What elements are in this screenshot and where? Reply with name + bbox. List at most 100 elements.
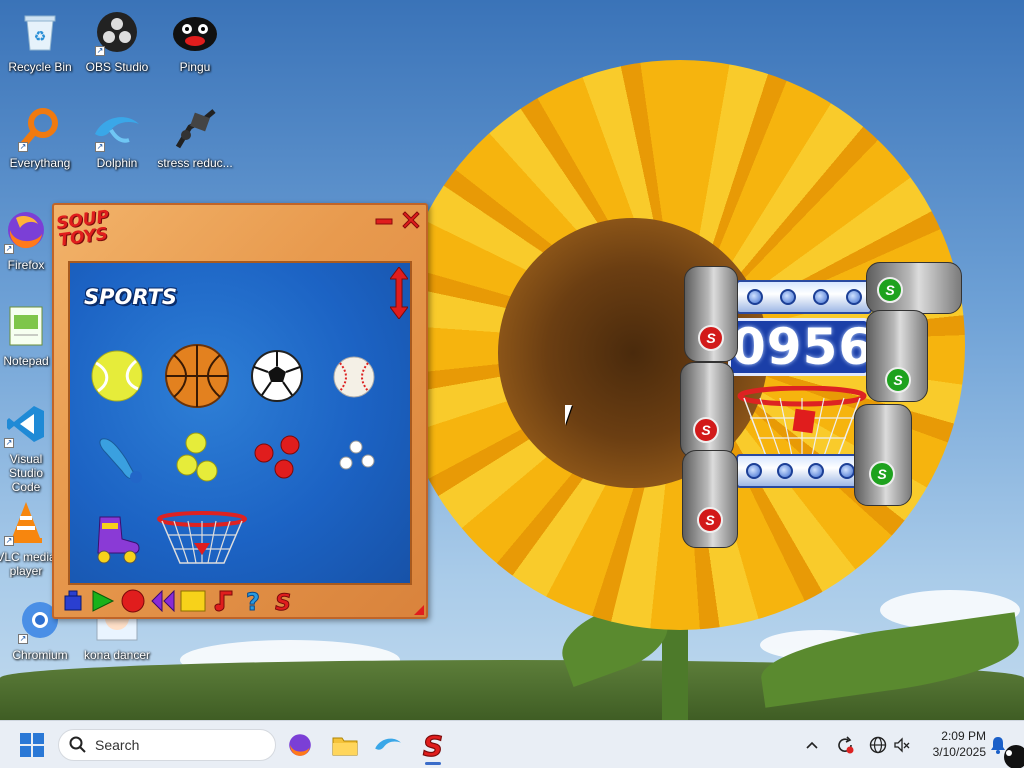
- vlc-icon: ↗: [2, 498, 50, 546]
- pingu-tray-icon[interactable]: [1004, 745, 1024, 768]
- taskbar: Search S 2:09 PM 3/10/2025: [0, 720, 1024, 768]
- volume-muted-icon[interactable]: [890, 733, 914, 757]
- desktop-icon-notepad[interactable]: Notepad: [0, 302, 56, 368]
- desktop-icon-obs-studio[interactable]: ↗ OBS Studio: [77, 8, 157, 74]
- minimize-button[interactable]: [374, 209, 394, 229]
- help-icon[interactable]: ?: [240, 589, 266, 613]
- light-dot: [838, 463, 855, 479]
- yellow-balls-toy[interactable]: [174, 431, 224, 492]
- dolphin-icon: ↗: [93, 104, 141, 152]
- top-rail: [736, 280, 872, 314]
- music-button[interactable]: [210, 589, 236, 613]
- stress-reducer-icon: [171, 104, 219, 152]
- network-globe-icon[interactable]: [866, 733, 890, 757]
- desktop-icon-recycle-bin[interactable]: ♻ Recycle Bin: [0, 8, 80, 74]
- desktop-icon-everythang[interactable]: ↗ Everythang: [0, 104, 80, 170]
- desktop-icon-label: stress reduc...: [157, 156, 233, 170]
- shortcut-arrow-icon: ↗: [4, 244, 14, 254]
- desktop-icon-vlc[interactable]: ↗ VLC media player: [0, 498, 56, 578]
- desktop-icon-stress-reducer[interactable]: stress reduc...: [155, 104, 235, 170]
- search-placeholder: Search: [95, 737, 140, 753]
- desktop-icon-label: Dolphin: [96, 156, 138, 170]
- shuttlecock-toy[interactable]: [96, 431, 148, 490]
- mouse-cursor-icon: [565, 405, 579, 425]
- notepad-icon: [2, 302, 50, 350]
- soup-s-icon[interactable]: S: [270, 589, 296, 614]
- shortcut-arrow-icon: ↗: [95, 46, 105, 56]
- green-s-badge-icon: S: [869, 461, 895, 487]
- pingu-eye-icon: [1006, 750, 1012, 756]
- bottom-rail: [736, 454, 864, 488]
- shortcut-arrow-icon: ↗: [4, 438, 14, 448]
- light-dot: [807, 463, 824, 479]
- soup-toolbar: ? S: [60, 589, 296, 613]
- blue-toy-button[interactable]: [60, 589, 86, 613]
- green-s-badge-icon: S: [877, 277, 903, 303]
- rewind-button[interactable]: [150, 589, 176, 613]
- square-button[interactable]: [180, 589, 206, 613]
- taskbar-firefox-icon[interactable]: [284, 729, 316, 761]
- play-button[interactable]: [90, 589, 116, 613]
- light-dot: [745, 463, 762, 479]
- roller-skate-toy[interactable]: [92, 513, 142, 570]
- desktop-icon-label: Everythang: [9, 156, 71, 170]
- scroll-arrow-icon[interactable]: [389, 266, 409, 320]
- soup-toys-logo: SOUP TOYS: [55, 206, 111, 251]
- stop-button[interactable]: [120, 589, 146, 613]
- scoreboard-toy[interactable]: 0956 S S S S S S: [680, 262, 965, 552]
- desktop-icon-label: kona dancer: [83, 648, 151, 662]
- white-balls-toy[interactable]: [336, 439, 380, 480]
- shortcut-arrow-icon: ↗: [95, 142, 105, 152]
- light-dot: [776, 463, 793, 479]
- red-balls-toy[interactable]: [250, 435, 306, 488]
- cannon[interactable]: S: [684, 266, 738, 362]
- cannon[interactable]: S: [680, 362, 734, 458]
- cannon[interactable]: S: [682, 450, 738, 548]
- shortcut-arrow-icon: ↗: [4, 536, 14, 546]
- shortcut-arrow-icon: ↗: [18, 634, 28, 644]
- pingu-icon: [171, 8, 219, 56]
- basketball-hoop-toy[interactable]: [156, 511, 248, 574]
- clock-time: 2:09 PM: [941, 729, 986, 743]
- search-icon: [69, 736, 87, 754]
- baseball-toy[interactable]: [332, 355, 376, 404]
- basketball-toy[interactable]: [164, 343, 230, 414]
- taskbar-clock[interactable]: 2:09 PM 3/10/2025: [916, 728, 986, 760]
- clock-date: 3/10/2025: [932, 745, 986, 759]
- taskbar-soup-toys-icon[interactable]: S: [417, 729, 449, 761]
- svg-text:?: ?: [246, 589, 260, 613]
- tennis-ball-toy[interactable]: [90, 349, 144, 408]
- light-dot: [845, 289, 862, 305]
- desktop-icon-vscode[interactable]: ↗ Visual Studio Code: [0, 400, 56, 494]
- svg-text:S: S: [275, 591, 291, 613]
- desktop-icon-label: Visual Studio Code: [8, 452, 44, 494]
- light-dot: [779, 289, 796, 305]
- desktop-icon-dolphin[interactable]: ↗ Dolphin: [77, 104, 157, 170]
- desktop-icon-label: VLC media player: [0, 550, 56, 578]
- desktop-icon-label: Firefox: [7, 258, 45, 272]
- cannon[interactable]: S: [866, 262, 962, 314]
- desktop-icon-label: Notepad: [3, 354, 49, 368]
- desktop-icon-pingu[interactable]: Pingu: [155, 8, 235, 74]
- cannon[interactable]: S: [854, 404, 912, 506]
- recycle-bin-icon: ♻: [16, 8, 64, 56]
- desktop-icon-firefox[interactable]: ↗ Firefox: [0, 206, 56, 272]
- taskbar-file-explorer-icon[interactable]: [329, 729, 361, 761]
- soup-toys-window[interactable]: SOUP TOYS SPORTS ? S: [52, 203, 428, 619]
- taskbar-search[interactable]: Search: [58, 729, 276, 761]
- red-s-badge-icon: S: [698, 325, 724, 351]
- red-s-badge-icon: S: [693, 417, 719, 443]
- toy-panel: SPORTS: [68, 261, 412, 585]
- desktop-icon-label: OBS Studio: [85, 60, 149, 74]
- taskbar-dolphin-icon[interactable]: [372, 729, 404, 761]
- soccer-ball-toy[interactable]: [250, 349, 304, 408]
- show-hidden-icons-chevron-icon[interactable]: [800, 733, 824, 757]
- update-icon[interactable]: [833, 733, 857, 757]
- active-app-indicator: [425, 762, 441, 765]
- close-button[interactable]: [400, 209, 420, 229]
- windows-start-icon[interactable]: [20, 733, 44, 757]
- desktop-icon-label: Chromium: [12, 648, 68, 662]
- resize-grip-icon[interactable]: [414, 605, 424, 615]
- light-dot: [746, 289, 763, 305]
- cannon[interactable]: S: [866, 310, 928, 402]
